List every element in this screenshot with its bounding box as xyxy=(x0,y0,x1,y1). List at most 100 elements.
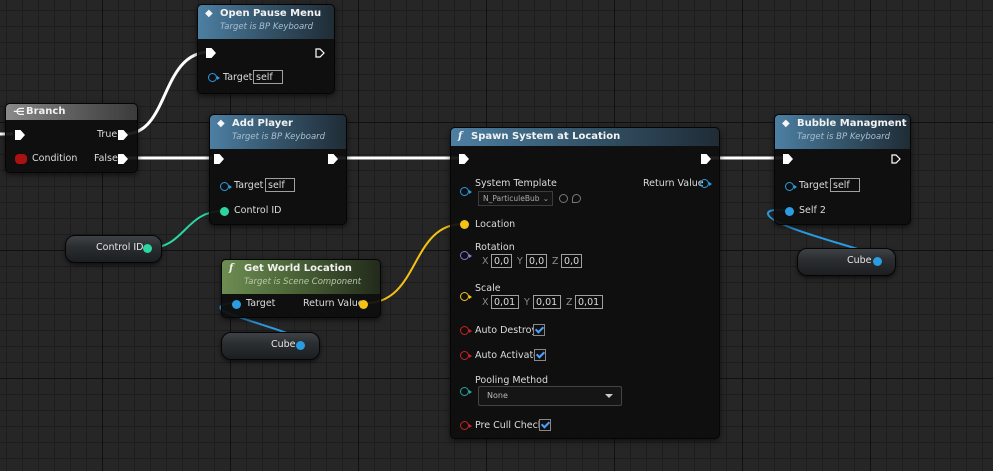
scale-x-axis: X xyxy=(482,297,489,308)
node-title: Branch xyxy=(26,106,66,117)
rotation-y-axis: Y xyxy=(517,256,523,267)
target-label: Target xyxy=(246,298,276,309)
node-get-world-location[interactable]: f Get World Location Target is Scene Com… xyxy=(221,259,381,318)
scale-pin[interactable] xyxy=(460,292,472,301)
event-diamond-icon: ◆ xyxy=(205,8,213,19)
scale-x-field[interactable]: 0,01 xyxy=(491,295,519,309)
chevron-down-icon: ⌄ xyxy=(542,194,549,203)
variable-node-control-id[interactable]: Control ID xyxy=(65,235,162,263)
true-label: True xyxy=(97,129,118,140)
node-header: ◆ Open Pause Menu Target is BP Keyboard xyxy=(198,5,334,39)
node-branch[interactable]: ⋲ Branch True Condition False xyxy=(5,103,138,173)
system-template-picker[interactable]: N_ParticuleBub ⌄ xyxy=(478,191,553,206)
auto-destroy-label: Auto Destroy xyxy=(475,325,538,336)
condition-label: Condition xyxy=(32,153,78,164)
variable-node-cube[interactable]: Cube xyxy=(221,332,320,360)
function-icon: f xyxy=(458,131,463,142)
pooling-method-label: Pooling Method xyxy=(475,375,548,386)
node-header: f Spawn System at Location xyxy=(451,128,719,146)
scale-y-axis: Y xyxy=(524,297,530,308)
target-label: Target xyxy=(234,180,264,191)
system-template-pin[interactable] xyxy=(460,187,472,196)
exec-out-pin[interactable] xyxy=(315,48,325,58)
auto-destroy-pin[interactable] xyxy=(460,326,472,335)
target-value-field[interactable]: self xyxy=(830,178,860,192)
exec-in-pin[interactable] xyxy=(206,48,216,58)
pre-cull-check-pin[interactable] xyxy=(460,421,472,430)
asset-name: N_ParticuleBub xyxy=(483,194,540,203)
auto-activate-checkbox[interactable] xyxy=(534,349,546,361)
exec-in-pin[interactable] xyxy=(459,154,469,164)
variable-label: Cube xyxy=(847,255,872,266)
node-subtitle: Target is BP Keyboard xyxy=(220,22,314,32)
target-value-field[interactable]: self xyxy=(265,178,295,192)
return-value-pin[interactable] xyxy=(700,179,712,188)
exec-out-pin[interactable] xyxy=(701,154,711,164)
return-value-label: Return Value xyxy=(643,178,704,189)
pre-cull-check-checkbox[interactable] xyxy=(539,419,551,431)
location-label: Location xyxy=(475,219,516,230)
self2-pin[interactable] xyxy=(785,207,794,216)
pre-cull-check-label: Pre Cull Check xyxy=(475,420,544,431)
true-exec-pin[interactable] xyxy=(118,130,128,140)
exec-in-pin[interactable] xyxy=(214,154,224,164)
exec-out-pin[interactable] xyxy=(328,154,338,164)
variable-label: Control ID xyxy=(96,242,144,253)
variable-label: Cube xyxy=(271,339,296,350)
exec-in-pin[interactable] xyxy=(783,154,793,164)
target-label: Target xyxy=(223,72,253,83)
rotation-z-field[interactable]: 0,0 xyxy=(561,254,582,268)
node-header: ⋲ Branch xyxy=(6,104,137,120)
target-value-field[interactable]: self xyxy=(253,70,283,84)
control-id-label: Control ID xyxy=(234,205,282,216)
use-selected-icon[interactable] xyxy=(559,194,568,203)
node-spawn-system-at-location[interactable]: f Spawn System at Location System Templa… xyxy=(450,127,720,439)
exec-out-pin[interactable] xyxy=(891,154,901,164)
rotation-label: Rotation xyxy=(475,242,515,253)
node-title: Spawn System at Location xyxy=(471,131,621,142)
rotation-pin[interactable] xyxy=(460,251,472,260)
rotation-y-field[interactable]: 0,0 xyxy=(526,254,547,268)
node-title: Open Pause Menu xyxy=(220,8,322,19)
target-label: Target xyxy=(799,180,829,191)
node-subtitle: Target is Scene Component xyxy=(244,277,362,287)
target-pin[interactable] xyxy=(220,182,232,191)
false-exec-pin[interactable] xyxy=(118,154,128,164)
browse-search-icon[interactable] xyxy=(572,194,581,203)
auto-activate-pin[interactable] xyxy=(460,351,472,360)
scale-y-field[interactable]: 0,01 xyxy=(533,295,561,309)
cube-out-pin[interactable] xyxy=(296,341,305,350)
control-id-out-pin[interactable] xyxy=(143,244,152,253)
auto-destroy-checkbox[interactable] xyxy=(533,324,545,336)
false-label: False xyxy=(94,153,118,164)
pooling-method-value: None xyxy=(487,391,508,400)
chevron-down-icon xyxy=(605,394,613,398)
scale-z-field[interactable]: 0,01 xyxy=(575,295,603,309)
return-value-pin[interactable] xyxy=(359,300,368,309)
control-id-pin[interactable] xyxy=(220,207,229,216)
branch-icon: ⋲ xyxy=(13,107,25,118)
node-header: ◆ Bubble Managment Target is BP Keyboard xyxy=(775,115,910,149)
return-value-label: Return Value xyxy=(303,298,364,309)
target-pin[interactable] xyxy=(785,182,797,191)
node-title: Add Player xyxy=(232,118,293,129)
function-icon: f xyxy=(229,263,234,274)
location-pin[interactable] xyxy=(460,220,469,229)
rotation-x-field[interactable]: 0,0 xyxy=(491,254,512,268)
rotation-x-axis: X xyxy=(482,256,489,267)
rotation-z-axis: Z xyxy=(552,256,559,267)
target-pin[interactable] xyxy=(232,300,241,309)
system-template-label: System Template xyxy=(475,178,557,189)
node-bubble-managment[interactable]: ◆ Bubble Managment Target is BP Keyboard… xyxy=(774,114,911,225)
exec-in-pin[interactable] xyxy=(15,130,25,140)
variable-node-cube[interactable]: Cube xyxy=(797,248,896,276)
cube-out-pin[interactable] xyxy=(873,257,882,266)
scale-z-axis: Z xyxy=(566,297,573,308)
target-pin[interactable] xyxy=(208,73,220,82)
node-open-pause-menu[interactable]: ◆ Open Pause Menu Target is BP Keyboard … xyxy=(197,4,335,94)
condition-pin[interactable] xyxy=(15,154,27,164)
event-diamond-icon: ◆ xyxy=(217,118,225,129)
pooling-method-pin[interactable] xyxy=(460,387,472,396)
node-add-player[interactable]: ◆ Add Player Target is BP Keyboard Targe… xyxy=(209,114,347,225)
pooling-method-dropdown[interactable]: None xyxy=(478,386,622,406)
